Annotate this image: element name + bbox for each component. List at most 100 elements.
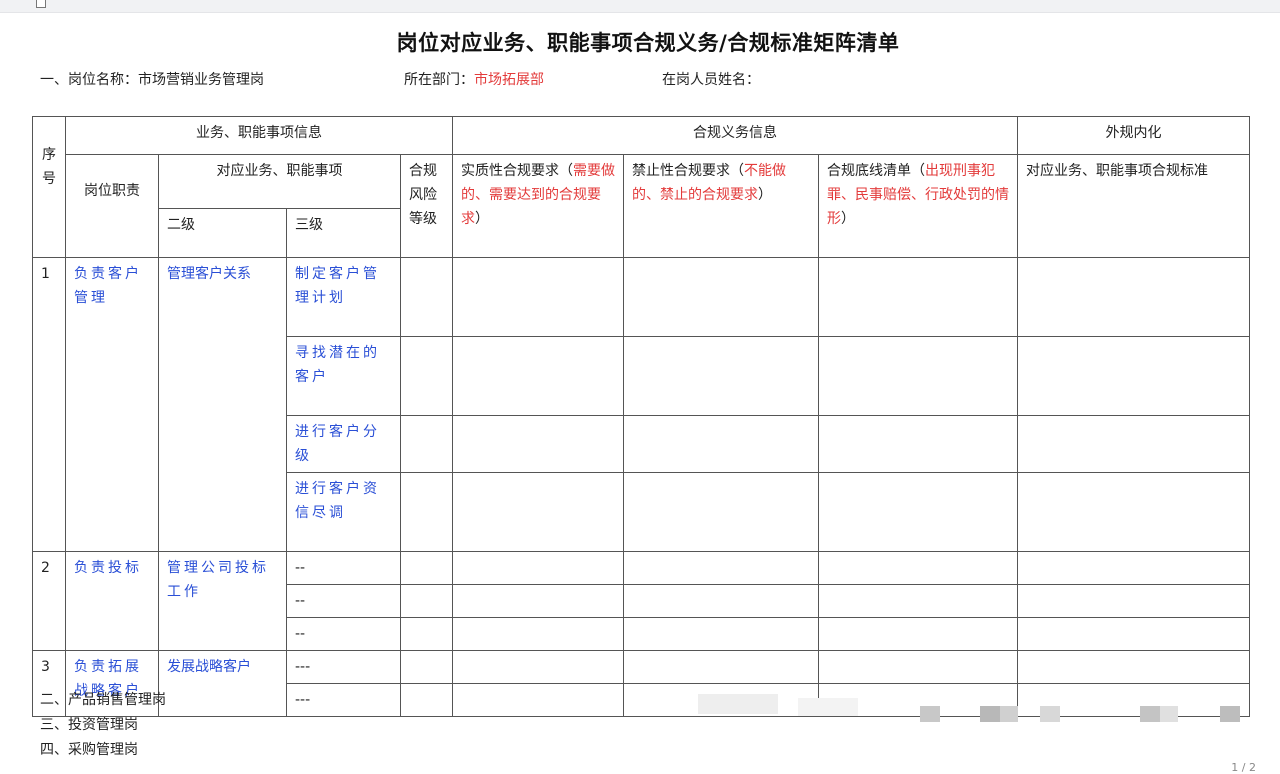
level2-cell: 管理客户关系 (158, 257, 287, 552)
department-label: 所在部门： (404, 72, 474, 88)
document-icon (36, 0, 46, 8)
bottom-line-suffix: ） (841, 211, 855, 227)
substantive-cell[interactable] (452, 551, 624, 585)
substantive-cell[interactable] (452, 415, 624, 473)
bottom-line-cell[interactable] (817, 551, 1019, 585)
section-heading: 四、采购管理岗 (40, 742, 138, 758)
level3-header: 三级 (286, 208, 401, 258)
bottom-line-cell[interactable] (817, 650, 1019, 684)
table-row: 3 负责拓展战略客户 发展战略客户 --- (32, 650, 1251, 717)
position-label: 一、岗位名称： (40, 72, 138, 88)
standards-cell[interactable] (1017, 257, 1251, 337)
risk-cell[interactable] (400, 472, 453, 552)
level3-cell: 制定客户管理计划 (286, 257, 401, 337)
seq-header: 序号 (32, 116, 66, 258)
prohibited-suffix: ） (758, 187, 772, 203)
external-internal-header: 外规内化 (1017, 116, 1251, 155)
section-heading: 三、投资管理岗 (40, 717, 138, 733)
level2-header: 二级 (158, 208, 287, 258)
risk-level-header: 合规风险等级 (400, 154, 453, 258)
standards-cell[interactable] (1017, 415, 1251, 473)
watermark-image (698, 694, 1240, 724)
substantive-cell[interactable] (452, 472, 624, 552)
staff-label: 在岗人员姓名： (662, 72, 760, 88)
prohibited-cell[interactable] (623, 257, 819, 337)
bottom-line-cell[interactable] (817, 415, 1019, 473)
substantive-cell[interactable] (452, 683, 624, 717)
table-header-row: 序号 业务、职能事项信息 合规义务信息 外规内化 (32, 116, 1251, 258)
prohibited-cell[interactable] (623, 650, 819, 684)
substantive-cell[interactable] (452, 584, 624, 618)
business-info-header: 业务、职能事项信息 (65, 116, 453, 155)
level3-cell: --- (286, 683, 401, 717)
position-name: 市场营销业务管理岗 (138, 72, 264, 88)
prohibited-cell[interactable] (623, 336, 819, 416)
level3-cell: -- (286, 551, 401, 585)
standards-cell[interactable] (1017, 472, 1251, 552)
standards-cell[interactable] (1017, 551, 1251, 585)
level3-cell: 进行客户资信尽调 (286, 472, 401, 552)
standards-cell[interactable] (1017, 584, 1251, 618)
page-number: 1 / 2 (1231, 761, 1256, 774)
row-number: 1 (32, 257, 66, 552)
compliance-matrix-table: 序号 业务、职能事项信息 合规义务信息 外规内化 岗位职责 对应业务、职能事项 … (32, 116, 1251, 717)
risk-cell[interactable] (400, 415, 453, 473)
viewer-toolbar (0, 0, 1280, 13)
risk-cell[interactable] (400, 551, 453, 585)
table-row: 1 负责客户管理 管理客户关系 制定客户管理计划 (32, 257, 1251, 552)
substantive-cell[interactable] (452, 257, 624, 337)
substantive-suffix: ） (475, 211, 489, 227)
department-name: 市场拓展部 (474, 72, 544, 88)
standards-cell[interactable] (1017, 650, 1251, 684)
standards-cell[interactable] (1017, 617, 1251, 651)
prohibited-prefix: 禁止性合规要求（ (632, 163, 744, 179)
duty-cell: 负责投标 (65, 551, 159, 651)
duty-header: 岗位职责 (65, 154, 159, 258)
prohibited-cell[interactable] (623, 551, 819, 585)
risk-cell[interactable] (400, 683, 453, 717)
bottom-line-prefix: 合规底线清单（ (827, 163, 925, 179)
bottom-line-cell[interactable] (817, 584, 1019, 618)
prohibited-header: 禁止性合规要求（不能做的、禁止的合规要求） (623, 154, 819, 258)
level2-cell: 发展战略客户 (158, 650, 287, 717)
risk-cell[interactable] (400, 257, 453, 337)
compliance-info-header: 合规义务信息 (451, 116, 1019, 155)
level3-cell: 进行客户分级 (286, 415, 401, 473)
bottom-line-cell[interactable] (817, 617, 1019, 651)
bottom-line-cell[interactable] (817, 472, 1019, 552)
substantive-prefix: 实质性合规要求（ (461, 163, 573, 179)
standards-cell[interactable] (1017, 336, 1251, 416)
staff-info: 在岗人员姓名： (662, 69, 760, 89)
prohibited-cell[interactable] (623, 415, 819, 473)
prohibited-cell[interactable] (623, 617, 819, 651)
level2-cell: 管理公司投标工作 (158, 551, 287, 651)
prohibited-cell[interactable] (623, 472, 819, 552)
substantive-header: 实质性合规要求（需要做的、需要达到的合规要求） (452, 154, 624, 258)
level3-cell: 寻找潜在的客户 (286, 336, 401, 416)
substantive-cell[interactable] (452, 336, 624, 416)
position-info: 一、岗位名称：市场营销业务管理岗 (40, 69, 264, 89)
blurred-watermark (688, 688, 1248, 724)
matters-header: 对应业务、职能事项 (158, 154, 401, 209)
level3-cell: -- (286, 617, 401, 651)
level3-cell: --- (286, 650, 401, 684)
standards-header: 对应业务、职能事项合规标准 (1017, 154, 1251, 258)
row-number: 2 (32, 551, 66, 651)
section-heading: 二、产品销售管理岗 (40, 692, 166, 708)
bottom-line-cell[interactable] (817, 257, 1019, 337)
substantive-cell[interactable] (452, 617, 624, 651)
prohibited-cell[interactable] (623, 584, 819, 618)
bottom-line-header: 合规底线清单（出现刑事犯罪、民事赔偿、行政处罚的情形） (817, 154, 1019, 258)
risk-cell[interactable] (400, 584, 453, 618)
substantive-cell[interactable] (452, 650, 624, 684)
risk-cell[interactable] (400, 650, 453, 684)
department-info: 所在部门：市场拓展部 (404, 69, 544, 89)
duty-cell: 负责客户管理 (65, 257, 159, 552)
table-row: 2 负责投标 管理公司投标工作 -- (32, 551, 1251, 651)
bottom-line-cell[interactable] (817, 336, 1019, 416)
risk-cell[interactable] (400, 617, 453, 651)
document-title: 岗位对应业务、职能事项合规义务/合规标准矩阵清单 (396, 30, 900, 55)
risk-cell[interactable] (400, 336, 453, 416)
table-header-row: 岗位职责 对应业务、职能事项 合规风险等级 实质性合规要求（需要做的、需要达到的… (33, 154, 1251, 258)
level3-cell: -- (286, 584, 401, 618)
